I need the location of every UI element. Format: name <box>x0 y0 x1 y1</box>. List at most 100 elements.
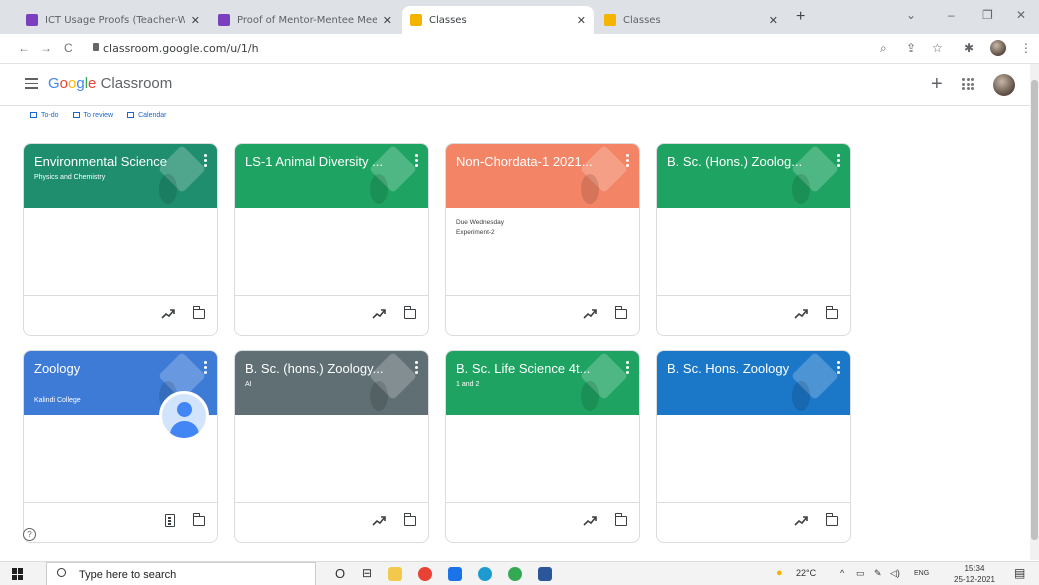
more-options-icon[interactable] <box>415 154 418 169</box>
class-card-banner[interactable]: B. Sc. Life Science 4t... 1 and 2 <box>446 351 639 415</box>
class-card-banner[interactable]: B. Sc. (Hons.) Zoolog... <box>657 144 850 208</box>
language-indicator[interactable]: ENG <box>914 570 929 577</box>
forward-icon[interactable]: → <box>40 41 52 55</box>
weather-temp[interactable]: 22°C <box>796 568 816 578</box>
class-title[interactable]: Zoology <box>34 361 184 376</box>
cortana-icon[interactable]: O <box>335 566 345 581</box>
class-card[interactable]: Non-Chordata-1 2021... Due Wednesday Exper… <box>445 143 640 336</box>
class-title[interactable]: B. Sc. (hons.) Zoology... <box>245 361 395 376</box>
scrollbar-thumb[interactable] <box>1031 80 1038 540</box>
network-icon[interactable]: ▭ <box>856 568 865 579</box>
browser-menu-icon[interactable]: ⋮ <box>1020 41 1032 55</box>
class-drive-folder-icon[interactable] <box>614 513 627 526</box>
class-drive-folder-icon[interactable] <box>403 513 416 526</box>
class-title[interactable]: Non-Chordata-1 2021... <box>456 154 606 169</box>
maximize-button[interactable]: ❐ <box>982 8 993 22</box>
browser-tab-active[interactable]: Classes ✕ <box>402 6 594 34</box>
class-card[interactable]: B. Sc. Life Science 4t... 1 and 2 <box>445 350 640 543</box>
gradebook-trend-icon[interactable] <box>372 515 386 527</box>
more-options-icon[interactable] <box>204 154 207 169</box>
bookmark-star-icon[interactable]: ☆ <box>932 41 943 55</box>
class-card[interactable]: B. Sc. Hons. Zoology <box>656 350 851 543</box>
class-card-banner[interactable]: B. Sc. Hons. Zoology <box>657 351 850 415</box>
window-close-button[interactable]: ✕ <box>1016 8 1026 22</box>
back-icon[interactable]: ← <box>18 41 30 55</box>
more-options-icon[interactable] <box>626 361 629 376</box>
gradebook-trend-icon[interactable] <box>794 308 808 320</box>
chrome-app-icon[interactable] <box>418 567 432 581</box>
more-options-icon[interactable] <box>837 154 840 169</box>
close-icon[interactable]: ✕ <box>577 14 586 27</box>
zoom-icon[interactable]: ⌕ <box>880 41 887 56</box>
class-card-banner[interactable]: LS-1 Animal Diversity ... <box>235 144 428 208</box>
class-card-banner[interactable]: Environmental Science Physics and Chemist… <box>24 144 217 208</box>
minimize-button[interactable]: – <box>948 8 955 22</box>
extensions-icon[interactable]: ✱ <box>964 41 974 55</box>
close-icon[interactable]: ✕ <box>769 14 778 27</box>
new-tab-button[interactable]: + <box>796 8 805 26</box>
gradebook-trend-icon[interactable] <box>161 308 175 320</box>
volume-icon[interactable]: ◁) <box>890 568 900 579</box>
google-apps-icon[interactable] <box>962 78 974 90</box>
class-title[interactable]: B. Sc. (Hons.) Zoolog... <box>667 154 817 169</box>
more-options-icon[interactable] <box>204 361 207 376</box>
account-avatar[interactable] <box>993 74 1015 96</box>
calendar-link[interactable]: Calendar <box>127 112 167 119</box>
browser-tab[interactable]: ICT Usage Proofs (Teacher-Wise) ✕ <box>18 6 208 34</box>
gradebook-trend-icon[interactable] <box>583 308 597 320</box>
weather-icon[interactable]: ● <box>776 567 783 579</box>
close-icon[interactable]: ✕ <box>191 14 200 27</box>
taskbar-clock[interactable]: 15:34 25-12-2021 <box>954 563 995 585</box>
class-title[interactable]: B. Sc. Hons. Zoology <box>667 361 817 376</box>
class-title[interactable]: Environmental Science <box>34 154 184 169</box>
task-view-icon[interactable]: ⊟ <box>362 566 372 580</box>
class-card[interactable]: Environmental Science Physics and Chemist… <box>23 143 218 336</box>
create-join-class-button[interactable]: + <box>931 73 943 96</box>
class-drive-folder-icon[interactable] <box>192 306 205 319</box>
taskbar-search-box[interactable]: Type here to search <box>46 562 316 585</box>
edge-app-icon[interactable] <box>478 567 492 581</box>
todo-link[interactable]: To-do <box>30 112 59 119</box>
assignment-icon[interactable] <box>165 514 175 527</box>
class-drive-folder-icon[interactable] <box>825 513 838 526</box>
class-drive-folder-icon[interactable] <box>825 306 838 319</box>
url-field[interactable]: classroom.google.com/u/1/h <box>103 42 259 55</box>
classroom-logo[interactable]: Google Classroom <box>48 75 172 92</box>
more-options-icon[interactable] <box>415 361 418 376</box>
class-drive-folder-icon[interactable] <box>614 306 627 319</box>
store-app-icon[interactable] <box>448 567 462 581</box>
gradebook-trend-icon[interactable] <box>794 515 808 527</box>
browser-tab[interactable]: Classes ✕ <box>596 6 786 34</box>
class-title[interactable]: LS-1 Animal Diversity ... <box>245 154 395 169</box>
gradebook-trend-icon[interactable] <box>583 515 597 527</box>
browser-profile-avatar[interactable] <box>990 40 1006 56</box>
share-icon[interactable]: ⇪ <box>906 41 916 55</box>
class-card[interactable]: Zoology Kalindi College <box>23 350 218 543</box>
class-title[interactable]: B. Sc. Life Science 4t... <box>456 361 606 376</box>
class-card[interactable]: LS-1 Animal Diversity ... <box>234 143 429 336</box>
assignment-link[interactable]: Experiment-2 <box>456 228 504 238</box>
main-menu-icon[interactable] <box>25 78 38 92</box>
close-icon[interactable]: ✕ <box>383 14 392 27</box>
chrome-profile-app-icon[interactable] <box>508 567 522 581</box>
class-drive-folder-icon[interactable] <box>403 306 416 319</box>
file-explorer-icon[interactable] <box>388 567 402 581</box>
class-drive-folder-icon[interactable] <box>192 513 205 526</box>
more-options-icon[interactable] <box>837 361 840 376</box>
class-card[interactable]: B. Sc. (hons.) Zoology... AI <box>234 350 429 543</box>
tray-overflow-icon[interactable]: ^ <box>840 568 844 578</box>
class-card[interactable]: B. Sc. (Hons.) Zoolog... <box>656 143 851 336</box>
gradebook-trend-icon[interactable] <box>372 308 386 320</box>
help-icon[interactable]: ? <box>23 528 36 541</box>
reload-icon[interactable]: C <box>64 41 73 55</box>
browser-tab[interactable]: Proof of Mentor-Mentee Meeting ✕ <box>210 6 400 34</box>
class-card-banner[interactable]: B. Sc. (hons.) Zoology... AI <box>235 351 428 415</box>
windows-start-icon[interactable] <box>12 568 24 580</box>
pen-icon[interactable]: ✎ <box>874 568 882 579</box>
class-card-banner[interactable]: Non-Chordata-1 2021... <box>446 144 639 208</box>
more-options-icon[interactable] <box>626 154 629 169</box>
notification-icon[interactable]: ▤ <box>1014 566 1025 580</box>
to-review-link[interactable]: To review <box>72 112 113 119</box>
tab-search-icon[interactable]: ⌄ <box>906 8 916 22</box>
word-app-icon[interactable] <box>538 567 552 581</box>
